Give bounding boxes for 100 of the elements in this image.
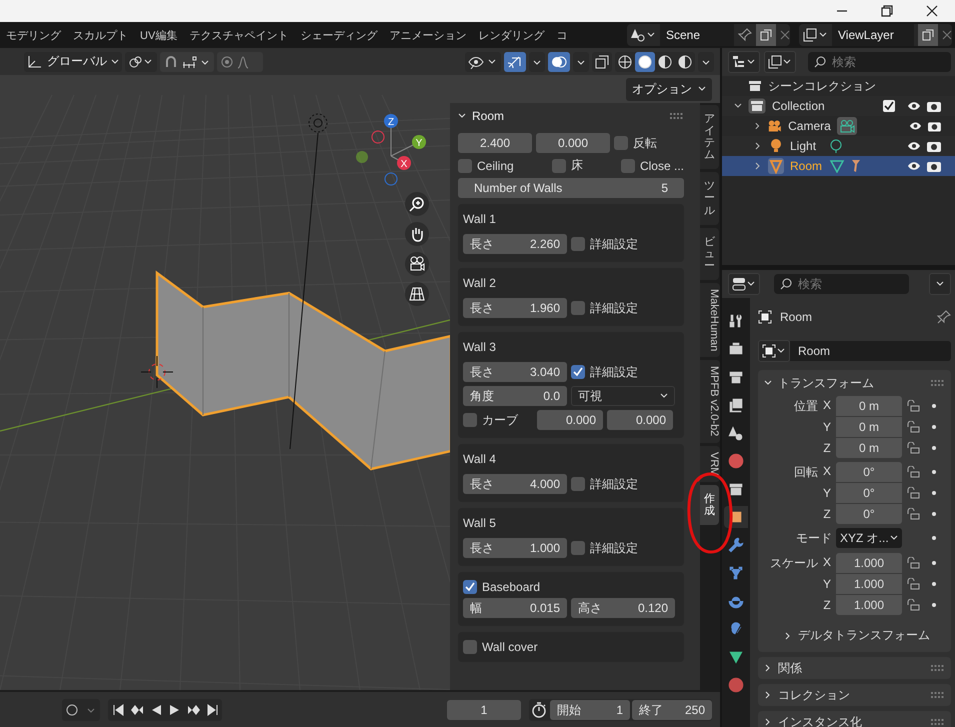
pin-icon[interactable] [738, 28, 752, 42]
workspace-tab[interactable]: シェーディング [294, 28, 384, 42]
workspace-tab[interactable]: モデリング [0, 28, 67, 42]
scene-collection-label[interactable]: シーンコレクション [768, 78, 876, 94]
length-field[interactable]: 長さ 4.000 [463, 474, 567, 494]
value-field[interactable]: 0 m [836, 417, 902, 437]
orientation-dropdown[interactable]: グローバル [24, 52, 122, 72]
chevron-right-icon[interactable] [754, 162, 762, 170]
advanced-checkbox[interactable]: 詳細設定 [571, 364, 638, 380]
keyframe-dot-icon[interactable] [932, 446, 936, 450]
editor-type-dropdown[interactable] [728, 273, 760, 295]
camera-icon[interactable] [928, 120, 941, 132]
end-frame-field[interactable]: 終了 250 [632, 700, 712, 720]
offset-field[interactable]: 0.000 [536, 133, 610, 153]
caret-button[interactable] [698, 52, 714, 72]
lock-icon[interactable] [906, 466, 920, 478]
keyframe-dot-icon[interactable] [932, 561, 936, 565]
mesh-data-icon[interactable] [829, 159, 845, 173]
xray-toggle[interactable] [592, 52, 612, 72]
pivot-dropdown[interactable] [125, 52, 157, 72]
caret-button[interactable] [573, 52, 589, 72]
lock-icon[interactable] [906, 421, 920, 433]
pin-icon[interactable] [937, 310, 951, 324]
workspace-tab[interactable]: UV編集 [134, 28, 184, 42]
lock-icon[interactable] [906, 599, 920, 611]
exclude-checkbox[interactable] [883, 100, 895, 112]
camera-view-button[interactable] [405, 252, 429, 276]
close-icon[interactable] [926, 5, 938, 17]
display-mode-dropdown[interactable] [764, 51, 796, 73]
drag-handle-icon[interactable] [931, 380, 945, 386]
lock-icon[interactable] [906, 557, 920, 569]
camera-icon[interactable] [927, 140, 941, 152]
width-field[interactable]: 幅 0.015 [463, 598, 567, 618]
option-checkbox[interactable]: 床 [552, 157, 583, 174]
length-field[interactable]: 長さ 1.000 [463, 538, 567, 558]
advanced-checkbox[interactable]: 詳細設定 [571, 540, 638, 556]
maximize-icon[interactable] [881, 5, 893, 17]
eye-icon[interactable] [907, 101, 921, 111]
gizmo-toggle[interactable] [504, 52, 526, 72]
proportional-toggle[interactable] [217, 52, 263, 72]
camera-icon[interactable] [927, 160, 941, 172]
lock-icon[interactable] [906, 442, 920, 454]
curve-value-field[interactable]: 0.000 [607, 410, 673, 430]
value-field[interactable]: 0° [836, 483, 902, 503]
height-field[interactable]: 2.400 [458, 133, 532, 153]
sidebar-tab[interactable]: ツール [700, 172, 719, 225]
collapsed-panel[interactable]: 関係 [758, 657, 951, 679]
lock-icon[interactable] [906, 508, 920, 520]
light-data-icon[interactable] [829, 139, 843, 153]
workspace-tab[interactable]: テクスチャペイント [183, 28, 294, 42]
editor-type-dropdown[interactable] [728, 51, 760, 73]
length-field[interactable]: 長さ 2.260 [463, 234, 567, 254]
wall-cover-checkbox[interactable]: Wall cover [463, 640, 538, 654]
search-field[interactable]: 検索 [808, 52, 951, 72]
length-field[interactable]: 長さ 1.960 [463, 298, 567, 318]
sidebar-tab[interactable]: アイテム [700, 105, 719, 170]
collapsed-panel[interactable]: インスタンス化 [758, 711, 951, 727]
scene-icon[interactable] [630, 27, 656, 43]
option-checkbox[interactable]: Ceiling [458, 158, 514, 172]
workspace-tab[interactable]: コ [550, 28, 574, 42]
shading-button[interactable] [635, 52, 655, 72]
copy-button[interactable] [918, 24, 938, 46]
value-field[interactable]: 0 m [836, 396, 902, 416]
sidebar-tab[interactable]: MPFB v2.0-b2 [700, 360, 720, 443]
scene-name[interactable]: Scene [660, 24, 734, 46]
height-field[interactable]: 高さ 0.120 [571, 598, 675, 618]
keyframe-dot-icon[interactable] [932, 536, 936, 540]
walls-count-field[interactable]: Number of Walls 5 [458, 178, 684, 198]
workspace-tab[interactable]: スカルプト [67, 28, 134, 42]
drag-handle-icon[interactable] [670, 113, 684, 119]
outliner-row[interactable]: Camera [722, 116, 955, 136]
baseboard-checkbox[interactable]: Baseboard [463, 580, 540, 594]
lock-icon[interactable] [906, 487, 920, 499]
pan-button[interactable] [405, 222, 429, 246]
workspace-tab[interactable]: アニメーション [383, 28, 472, 42]
caret-icon[interactable] [734, 102, 742, 110]
workspace-tab[interactable]: レンダリング [472, 28, 550, 42]
overlay-toggle[interactable] [548, 52, 570, 72]
navigation-gizmo-drawing[interactable]: Z Y X [355, 112, 435, 192]
start-frame-field[interactable]: 開始 1 [550, 700, 630, 720]
snap-toggle[interactable] [160, 52, 214, 72]
current-frame-field[interactable]: 1 [447, 700, 521, 720]
flip-checkbox[interactable]: 反転 [614, 134, 657, 152]
keyframe-dot-icon[interactable] [932, 404, 936, 408]
object-type-dropdown[interactable] [758, 340, 790, 362]
subpanel-header[interactable]: デルタトランスフォーム [764, 619, 945, 646]
search-field[interactable]: 検索 [774, 274, 909, 294]
keyframe-dot-icon[interactable] [932, 470, 936, 474]
value-field[interactable]: 0 m [836, 438, 902, 458]
zoom-button[interactable] [405, 192, 429, 216]
curve-value-field[interactable]: 0.000 [537, 410, 603, 430]
collection-label[interactable]: Collection [772, 99, 877, 113]
sidebar-tab[interactable]: 作成 [700, 485, 719, 526]
camera-data-icon[interactable] [836, 117, 857, 135]
chevron-right-icon[interactable] [754, 142, 762, 150]
keyframe-dot-icon[interactable] [932, 425, 936, 429]
sidebar-tab[interactable]: ビュー [700, 228, 719, 280]
advanced-checkbox[interactable]: 詳細設定 [571, 300, 638, 316]
image-stack-icon[interactable] [802, 27, 828, 43]
angle-field[interactable]: 角度 0.0 [463, 386, 567, 406]
